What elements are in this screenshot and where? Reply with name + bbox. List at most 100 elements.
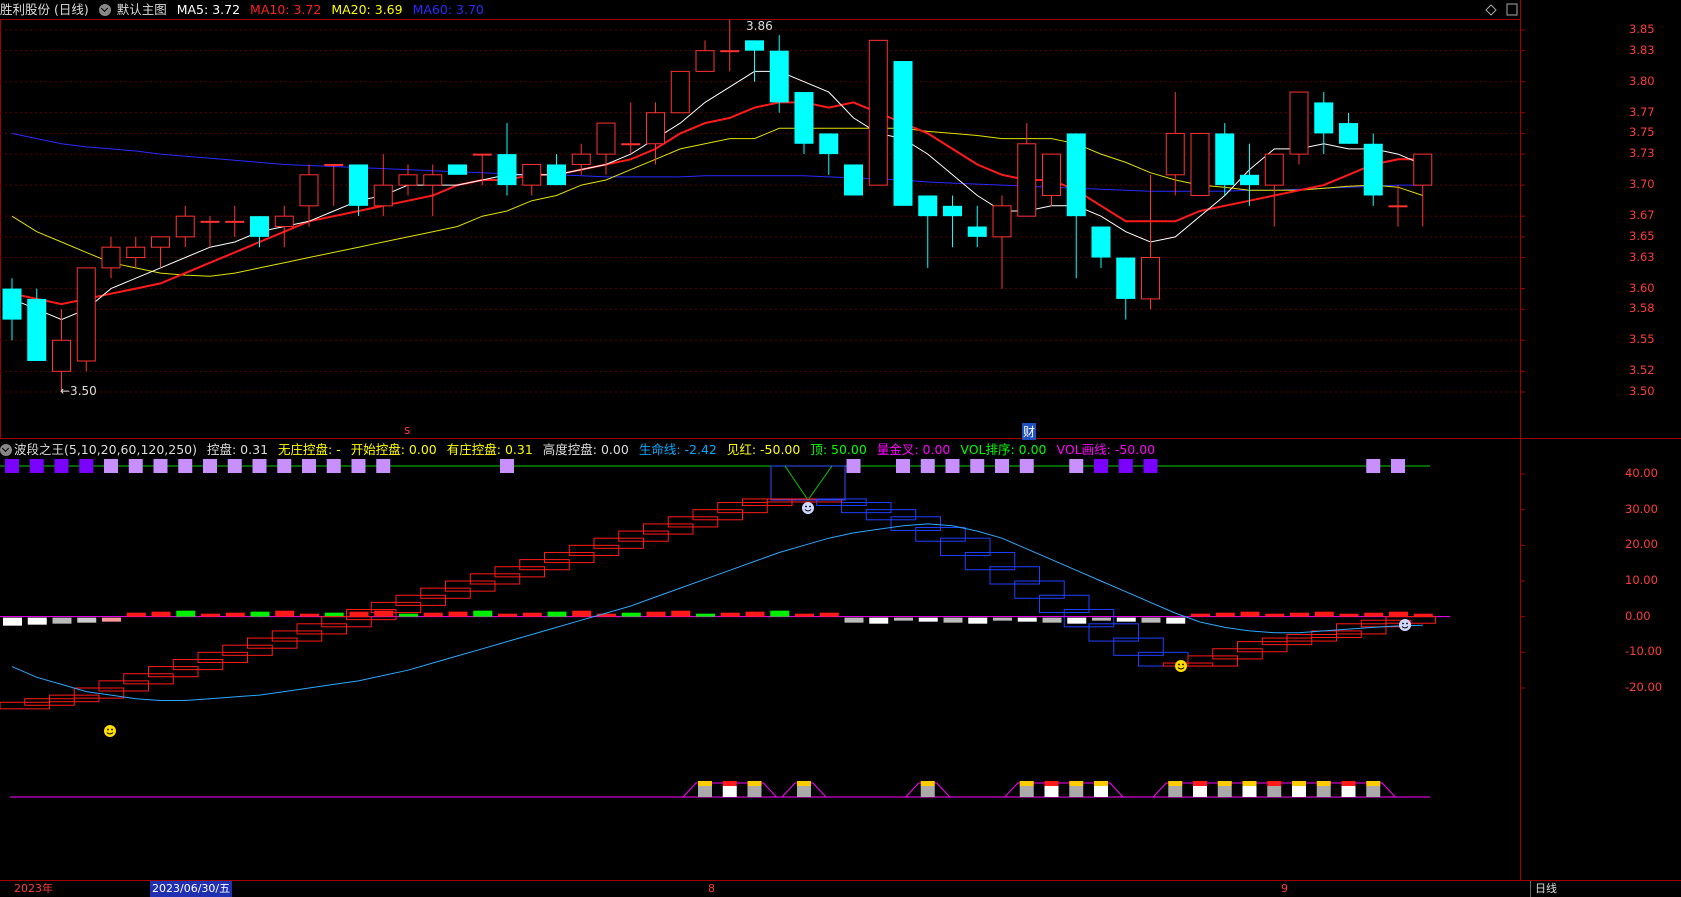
vol-bar bbox=[993, 617, 1012, 621]
candle-body bbox=[472, 153, 492, 156]
restore-icon[interactable] bbox=[1506, 3, 1518, 16]
hist-cap bbox=[920, 781, 935, 786]
signal-square bbox=[1069, 459, 1084, 473]
vol-bar bbox=[894, 617, 913, 621]
signal-square bbox=[79, 459, 94, 473]
vol-bar bbox=[250, 611, 270, 617]
candle-body bbox=[1240, 174, 1259, 186]
signal-square bbox=[29, 459, 44, 473]
hist-cap bbox=[722, 781, 737, 786]
month-8-label: 8 bbox=[708, 882, 715, 895]
candle-body bbox=[76, 267, 96, 362]
vol-bar bbox=[77, 617, 97, 623]
signal-square bbox=[376, 459, 391, 473]
hist-cap bbox=[1217, 781, 1232, 786]
hist-bar bbox=[1193, 786, 1207, 797]
hist-cap bbox=[1044, 781, 1059, 786]
candle-body bbox=[893, 61, 913, 206]
price-tick-label: 3.52 bbox=[1629, 363, 1655, 378]
vol-bar bbox=[696, 613, 715, 617]
signal-square bbox=[128, 459, 143, 473]
hist-cap bbox=[1267, 781, 1282, 786]
vol-bar bbox=[324, 612, 344, 617]
vol-bar bbox=[1092, 617, 1111, 621]
signal-square bbox=[178, 459, 193, 473]
vol-bar bbox=[646, 611, 666, 617]
candle-body bbox=[720, 50, 740, 53]
life-line bbox=[11, 523, 1423, 701]
candle-body bbox=[250, 216, 269, 237]
signal-square bbox=[1366, 459, 1381, 473]
diamond-icon[interactable] bbox=[1485, 4, 1497, 16]
candle-body bbox=[2, 288, 22, 320]
hist-bar bbox=[1366, 786, 1381, 797]
signal-square bbox=[351, 459, 366, 473]
price-tick-label: 3.67 bbox=[1629, 208, 1655, 223]
vol-bar bbox=[720, 612, 740, 617]
vol-bar bbox=[151, 611, 171, 617]
vol-bar bbox=[1339, 613, 1359, 617]
vol-bar bbox=[448, 611, 468, 617]
indicator-tick-label: 0.00 bbox=[1625, 608, 1651, 623]
hist-cap bbox=[1341, 781, 1356, 786]
vol-bar bbox=[102, 617, 121, 622]
candle-body bbox=[621, 143, 641, 146]
signal-square bbox=[995, 459, 1009, 473]
candle-body bbox=[1066, 133, 1086, 217]
candle-body bbox=[844, 164, 863, 196]
candle-body bbox=[1413, 153, 1433, 186]
candle-body bbox=[967, 226, 987, 237]
candle-body bbox=[769, 50, 789, 103]
candle-body bbox=[1190, 132, 1210, 196]
vol-bar bbox=[819, 612, 839, 617]
hist-bar bbox=[1168, 786, 1183, 797]
vol-bar bbox=[349, 611, 369, 617]
sad-face-icon-eye bbox=[809, 505, 811, 508]
ma-lines bbox=[11, 70, 1423, 321]
smiley-icon-eye bbox=[107, 728, 109, 731]
signal-box bbox=[770, 465, 846, 501]
candle-body bbox=[200, 220, 220, 223]
vol-bar bbox=[572, 610, 592, 617]
ma20-line bbox=[11, 127, 1423, 277]
vol-bar bbox=[201, 613, 220, 617]
candle-body bbox=[373, 184, 393, 207]
period-button[interactable]: 日线 bbox=[1530, 881, 1557, 897]
chevron-down-icon[interactable] bbox=[0, 444, 12, 456]
indicator-value-2: 开始控盘: 0.00 bbox=[350, 442, 437, 457]
high-price-label: 3.86 bbox=[746, 19, 773, 33]
vol-bar bbox=[423, 612, 443, 617]
indicator-value-6: 见红: -50.00 bbox=[726, 442, 801, 457]
candle-body bbox=[1339, 123, 1358, 144]
candle-body bbox=[1264, 153, 1284, 186]
vol-bar bbox=[745, 611, 765, 617]
vol-bar bbox=[770, 610, 790, 617]
candle-body bbox=[1363, 143, 1383, 196]
hist-cap bbox=[797, 781, 811, 786]
hist-cap bbox=[1069, 781, 1084, 786]
indicator-title[interactable]: 波段之王(5,10,20,60,120,250) bbox=[14, 442, 197, 457]
price-tick-label: 3.60 bbox=[1629, 280, 1655, 295]
indicator-tick-label: -10.00 bbox=[1625, 644, 1663, 659]
signal-square bbox=[500, 459, 514, 473]
indicator-value-5: 生命线: -2.42 bbox=[638, 442, 717, 457]
vol-bar bbox=[225, 612, 245, 617]
ma5-line bbox=[11, 70, 1423, 321]
indicator-grid bbox=[0, 473, 1525, 689]
vol-bar bbox=[795, 613, 814, 617]
signal-square bbox=[945, 459, 960, 473]
hist-bar bbox=[1242, 786, 1257, 797]
marker-s[interactable]: s bbox=[404, 423, 410, 437]
indicator-value-8: 量金叉: 0.00 bbox=[876, 442, 951, 457]
indicator-value-7: 顶: 50.00 bbox=[810, 442, 867, 457]
hist-cap bbox=[1168, 781, 1183, 786]
hist-cap bbox=[1019, 781, 1034, 786]
candle-body bbox=[349, 164, 368, 206]
candle-body bbox=[1141, 257, 1160, 300]
hist-bar bbox=[920, 786, 935, 797]
candle-body bbox=[1388, 205, 1408, 208]
finance-marker[interactable]: 财 bbox=[1022, 423, 1037, 440]
signal-square bbox=[896, 459, 910, 473]
year-label: 2023年 bbox=[14, 882, 53, 895]
hist-cap bbox=[747, 781, 762, 786]
